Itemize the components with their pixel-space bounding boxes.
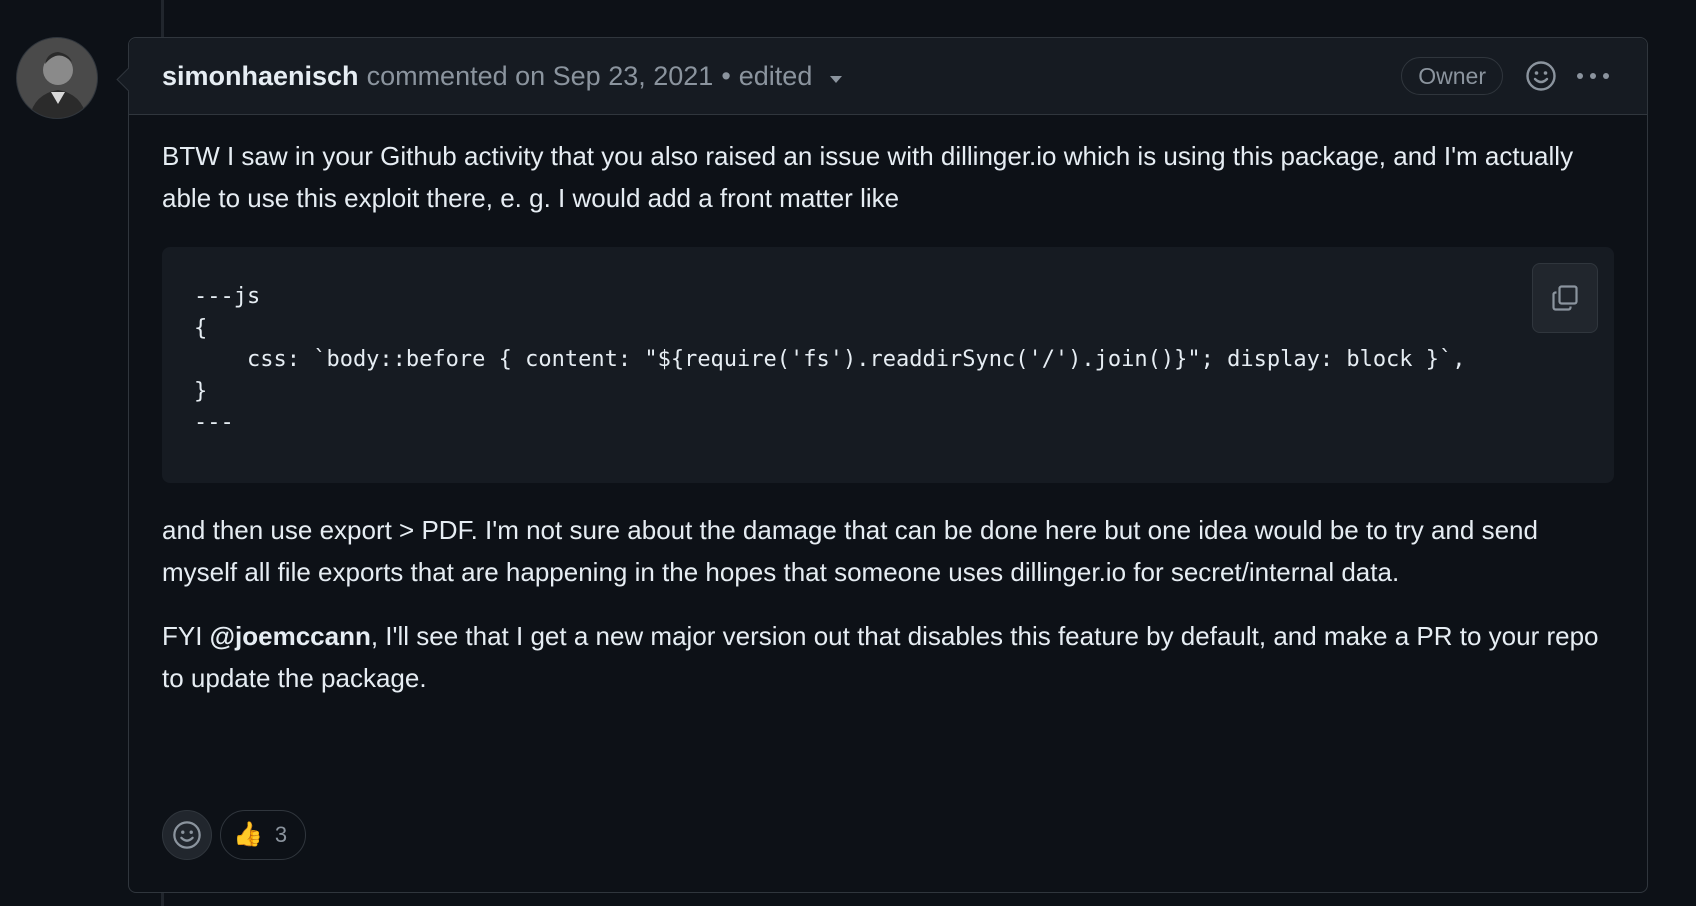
comment-header: simonhaenisch commented on Sep 23, 2021 • e… [129,38,1647,115]
reaction-thumbs-up-button[interactable]: 👍 3 [220,810,307,860]
comment-paragraph: BTW I saw in your Github activity that y… [162,141,1574,213]
copy-button[interactable] [1532,263,1598,333]
comment-box: simonhaenisch commented on Sep 23, 2021 • e… [116,37,1648,893]
comment-paragraph: and then use export > PDF. I'm not sure … [162,515,1538,587]
reaction-count: 3 [274,822,288,847]
add-reaction-button[interactable] [1525,60,1557,92]
separator-dot: • [721,60,731,91]
copy-icon [1552,285,1578,311]
thumbs-up-icon: 👍 [233,821,263,848]
comment-body: BTW I saw in your Github activity that y… [129,115,1647,699]
reactions-bar: 👍 3 [162,810,307,860]
comment-paragraph: FYI @joemccann, I'll see that I get a ne… [162,615,1614,699]
edited-dropdown[interactable]: edited [739,61,843,92]
kebab-horizontal-icon[interactable] [1577,73,1609,79]
comment-meta: simonhaenisch commented on Sep 23, 2021 • e… [162,60,843,92]
edited-label: edited [738,60,813,91]
code-content: ---js { css: `body::before { content: "$… [194,284,1466,435]
header-actions: Owner [1401,57,1609,95]
avatar-image [17,38,97,118]
triangle-down-icon [830,75,843,83]
author-link[interactable]: simonhaenisch [162,61,359,91]
comment-action-text[interactable]: commented on Sep 23, 2021 [367,61,714,91]
avatar[interactable] [16,37,98,119]
paragraph-text: , I'll see that I get a new major versio… [162,621,1599,693]
smiley-icon [173,821,201,849]
user-mention-link[interactable]: @joemccann [210,621,371,651]
paragraph-text: FYI [162,621,210,651]
smiley-icon [1526,61,1556,91]
code-block: ---js { css: `body::before { content: "$… [162,247,1614,483]
role-badge: Owner [1401,57,1503,95]
add-reaction-button[interactable] [162,810,212,860]
